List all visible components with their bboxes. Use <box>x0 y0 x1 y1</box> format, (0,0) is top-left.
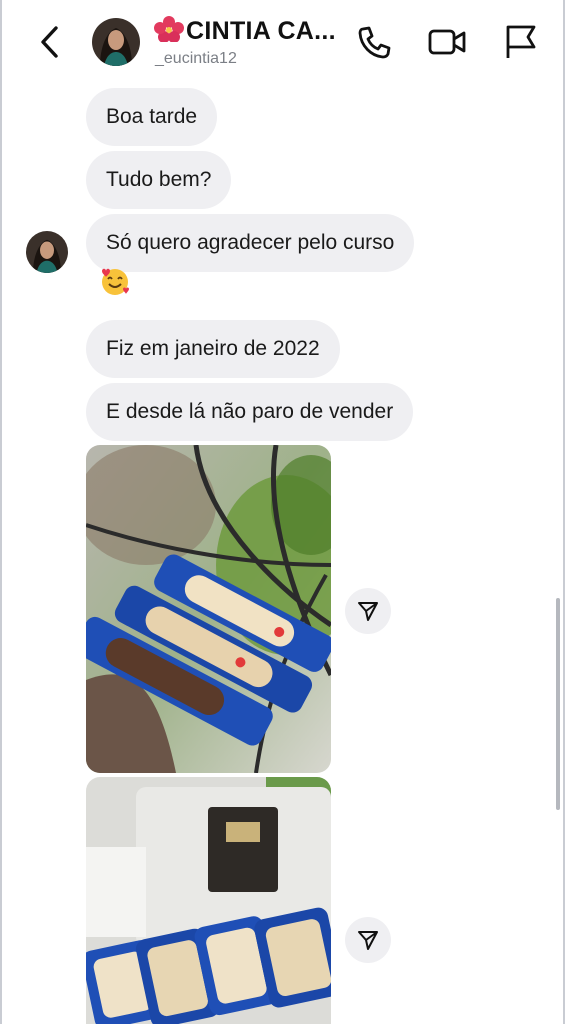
chevron-left-icon <box>41 26 58 58</box>
flag-icon <box>506 25 536 58</box>
contact-name[interactable]: CINTIA CA... <box>154 16 336 46</box>
video-call-button[interactable] <box>427 22 467 62</box>
phone-icon <box>358 26 391 59</box>
call-button[interactable] <box>354 22 394 62</box>
photo-message[interactable] <box>86 445 331 773</box>
sender-avatar[interactable] <box>26 231 68 273</box>
message-bubble[interactable]: Fiz em janeiro de 2022 <box>86 320 340 378</box>
message-bubble[interactable]: Tudo bem? <box>86 151 232 209</box>
share-button[interactable] <box>345 588 391 634</box>
chat-screen: CINTIA CA... _eucintia12 Boa tarde Tudo … <box>0 0 565 1024</box>
message-bubble[interactable]: E desde lá não paro de vender <box>86 383 414 441</box>
report-button[interactable] <box>500 22 540 62</box>
photo-message[interactable] <box>86 777 331 1024</box>
message-bubble[interactable]: Boa tarde <box>86 88 218 146</box>
contact-name-text: CINTIA CA... <box>186 17 336 45</box>
send-arrow-icon <box>358 602 378 621</box>
hibiscus-emoji <box>154 16 184 42</box>
chat-header: CINTIA CA... _eucintia12 <box>2 0 563 84</box>
contact-username: _eucintia12 <box>155 50 237 67</box>
scrollbar[interactable] <box>556 598 560 810</box>
profile-avatar[interactable] <box>92 18 140 66</box>
video-camera-icon <box>428 29 466 55</box>
message-bubble[interactable]: Só quero agradecer pelo curso <box>86 214 415 272</box>
smiling-face-with-hearts-emoji[interactable] <box>98 265 132 297</box>
send-arrow-icon <box>358 931 378 950</box>
share-button[interactable] <box>345 917 391 963</box>
back-button[interactable] <box>36 24 64 60</box>
